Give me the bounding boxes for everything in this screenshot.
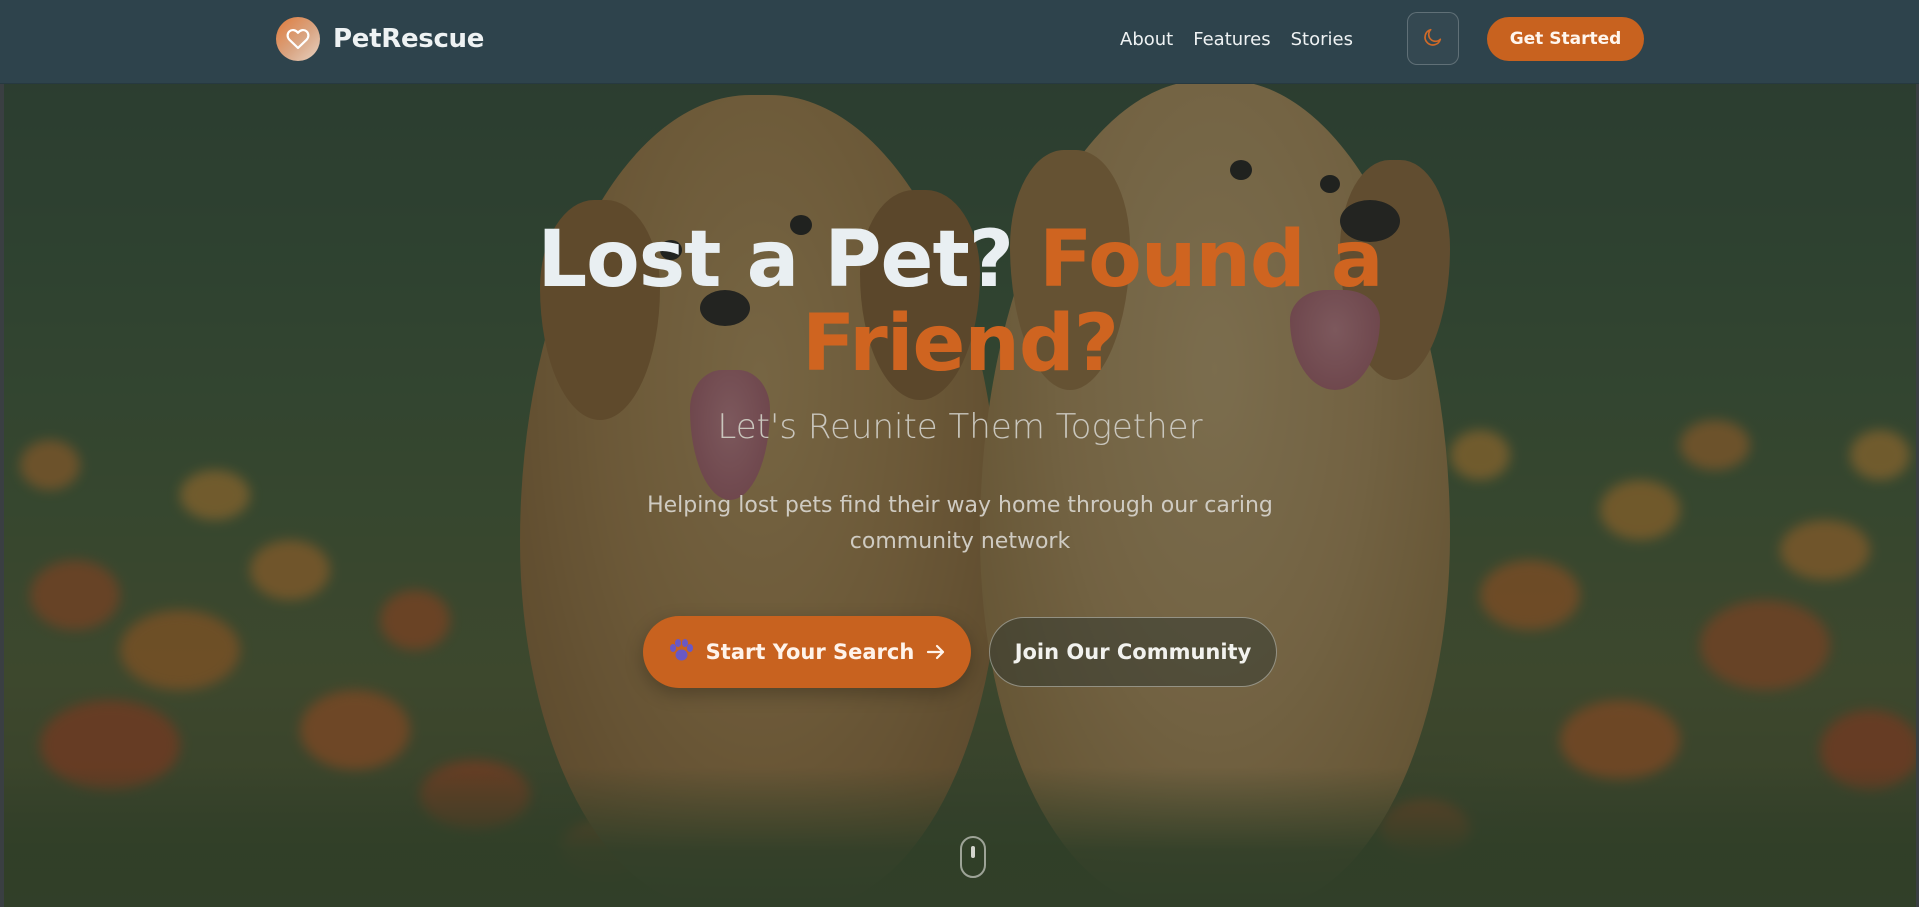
mouse-scroll-icon[interactable]: [960, 836, 986, 878]
heart-icon: [276, 17, 320, 61]
scroll-wheel-dot: [971, 846, 975, 858]
brand-name: PetRescue: [333, 24, 485, 54]
hero-description: Helping lost pets find their way home th…: [647, 493, 1273, 554]
theme-toggle-button[interactable]: [1407, 12, 1459, 65]
brand-logo-link[interactable]: PetRescue: [276, 17, 484, 61]
nav-links: About Features Stories: [1120, 26, 1353, 52]
hero-title-part3: Friend?: [801, 299, 1119, 389]
hero-title-part1: Lost a Pet?: [537, 215, 1014, 305]
nav-link-features[interactable]: Features: [1193, 29, 1270, 50]
moon-icon: [1422, 26, 1444, 51]
paw-icon: [668, 638, 694, 666]
get-started-button[interactable]: Get Started: [1487, 17, 1644, 61]
start-search-button[interactable]: Start Your Search: [643, 616, 971, 688]
start-search-label: Start Your Search: [705, 640, 915, 664]
hero-title-part2: Found a: [1039, 215, 1383, 305]
join-community-button[interactable]: Join Our Community: [989, 617, 1277, 687]
nav-link-about[interactable]: About: [1120, 29, 1173, 50]
hero-subtitle: Let's Reunite Them Together: [717, 407, 1203, 447]
window-border-left: [0, 0, 4, 907]
arrow-right-icon: [926, 643, 946, 661]
nav-link-stories[interactable]: Stories: [1291, 29, 1353, 50]
hero-dark-overlay: [0, 0, 1919, 907]
page: PetRescue About Features Stories Get Sta…: [0, 0, 1919, 907]
hero-title: Lost a Pet? Found a Friend?: [360, 218, 1560, 386]
navbar: PetRescue About Features Stories Get Sta…: [0, 0, 1919, 84]
